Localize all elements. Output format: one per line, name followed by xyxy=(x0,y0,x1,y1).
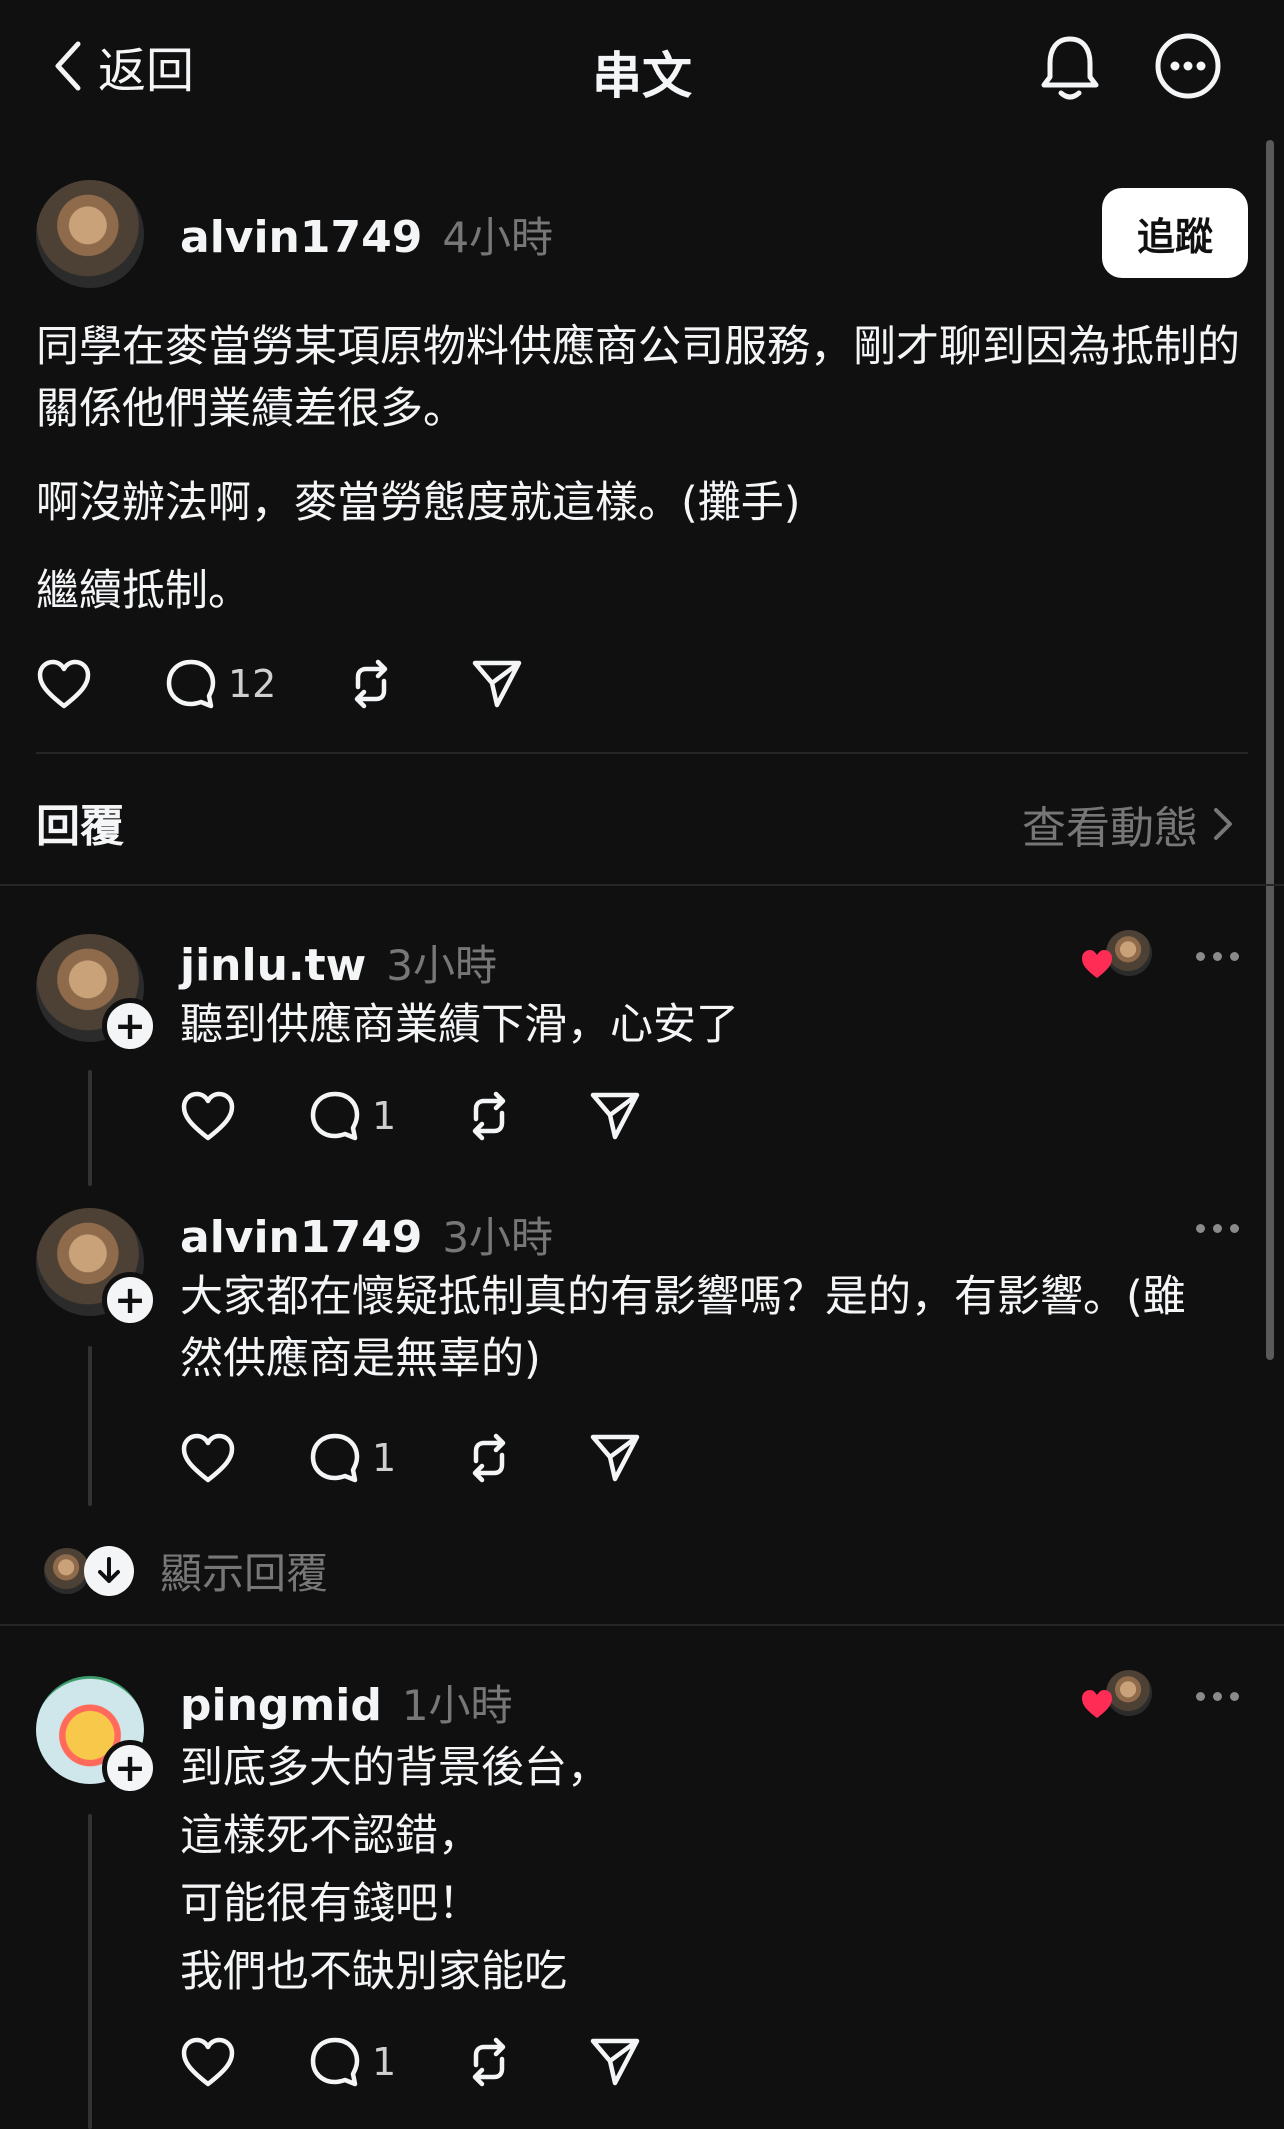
replies-title: 回覆 xyxy=(36,801,124,852)
more-options-icon[interactable] xyxy=(1196,1692,1239,1701)
thread-line xyxy=(88,1346,92,1506)
post-paragraph: 繼續抵制。 xyxy=(36,566,251,616)
more-options-icon[interactable] xyxy=(1196,1224,1239,1233)
heart-icon xyxy=(181,1433,235,1483)
avatar[interactable] xyxy=(36,180,144,288)
repost-button[interactable] xyxy=(462,2035,588,2089)
scrollbar[interactable] xyxy=(1266,140,1274,1360)
follow-plus-icon[interactable]: + xyxy=(102,998,158,1054)
liked-by-author-badge xyxy=(1080,930,1156,980)
repost-button[interactable] xyxy=(344,657,470,711)
share-button[interactable] xyxy=(470,657,524,711)
comment-button[interactable]: 1 xyxy=(308,2035,462,2089)
comment-icon xyxy=(310,2037,360,2087)
thread-line xyxy=(88,1814,92,2129)
username[interactable]: alvin1749 xyxy=(180,212,422,263)
divider xyxy=(36,752,1248,754)
show-replies-label: 顯示回覆 xyxy=(160,1549,329,1598)
share-button[interactable] xyxy=(588,2035,642,2089)
repost-button[interactable] xyxy=(462,1431,588,1485)
username[interactable]: pingmid xyxy=(180,1680,382,1731)
post-paragraph: 啊沒辦法啊，麥當勞態度就這樣。(攤手) xyxy=(36,478,801,528)
heart-icon xyxy=(181,2037,235,2087)
divider xyxy=(0,884,1284,886)
chevron-right-icon xyxy=(1214,808,1232,840)
comment-count: 1 xyxy=(372,1436,397,1480)
show-replies-button[interactable]: 顯示回覆 xyxy=(44,1540,328,1601)
divider xyxy=(0,1624,1284,1626)
reply-time: 3小時 xyxy=(386,941,498,990)
more-circle-icon[interactable] xyxy=(1152,30,1224,102)
comment-count: 1 xyxy=(372,2040,397,2084)
view-activity-link[interactable]: 查看動態 xyxy=(1022,792,1234,856)
repost-icon xyxy=(354,659,388,709)
reply-meta: jinlu.tw 3小時 xyxy=(180,932,497,993)
comment-icon xyxy=(166,659,216,709)
username[interactable]: jinlu.tw xyxy=(180,940,366,991)
comment-button[interactable]: 1 xyxy=(308,1089,462,1143)
heart-filled-icon xyxy=(1082,950,1112,978)
post-meta: alvin1749 4小時 xyxy=(180,204,553,265)
like-button[interactable] xyxy=(36,658,164,710)
heart-icon xyxy=(181,1091,235,1141)
heart-icon xyxy=(37,659,91,709)
reply-actions: 1 xyxy=(180,1428,642,1488)
post-time: 4小時 xyxy=(442,213,554,262)
follow-button[interactable]: 追蹤 xyxy=(1102,188,1248,278)
comment-icon xyxy=(310,1091,360,1141)
reply-text: 到底多大的背景後台， 這樣死不認錯， 可能很有錢吧！ 我們也不缺別家能吃 xyxy=(180,1743,610,1997)
like-button[interactable] xyxy=(180,2036,308,2088)
like-button[interactable] xyxy=(180,1432,308,1484)
bell-icon[interactable] xyxy=(1032,30,1108,106)
comment-count: 1 xyxy=(372,1094,397,1138)
follow-plus-icon[interactable]: + xyxy=(102,1740,158,1796)
reply-actions: 1 xyxy=(180,1086,642,1146)
repost-icon xyxy=(472,2037,506,2087)
repost-button[interactable] xyxy=(462,1089,588,1143)
arrow-down-icon xyxy=(84,1545,134,1596)
reply-actions: 1 xyxy=(180,2032,642,2092)
reply-time: 1小時 xyxy=(401,1681,513,1730)
more-options-icon[interactable] xyxy=(1196,952,1239,961)
heart-filled-icon xyxy=(1082,1690,1112,1718)
post-actions: 12 xyxy=(36,654,524,714)
comment-button[interactable]: 1 xyxy=(308,1431,462,1485)
comment-button[interactable]: 12 xyxy=(164,657,344,711)
reply-time: 3小時 xyxy=(442,1213,554,1262)
reply-text: 聽到供應商業績下滑，心安了 xyxy=(180,1000,739,1050)
liked-by-author-badge xyxy=(1080,1670,1156,1720)
repost-icon xyxy=(472,1433,506,1483)
follow-plus-icon[interactable]: + xyxy=(102,1272,158,1328)
reply-meta: alvin1749 3小時 xyxy=(180,1204,553,1265)
send-icon xyxy=(590,2038,640,2086)
like-button[interactable] xyxy=(180,1090,308,1142)
username[interactable]: alvin1749 xyxy=(180,1212,422,1263)
send-icon xyxy=(590,1092,640,1140)
post-paragraph: 同學在麥當勞某項原物料供應商公司服務，剛才聊到因為抵制的關係他們業績差很多。 xyxy=(36,322,1240,434)
comment-icon xyxy=(310,1433,360,1483)
send-icon xyxy=(472,660,522,708)
reply-text: 大家都在懷疑抵制真的有影響嗎？是的，有影響。(雖然供應商是無辜的) xyxy=(180,1272,1186,1384)
comment-count: 12 xyxy=(228,662,277,706)
share-button[interactable] xyxy=(588,1431,642,1485)
share-button[interactable] xyxy=(588,1089,642,1143)
reply-avatars xyxy=(44,1545,136,1596)
repost-icon xyxy=(472,1091,506,1141)
reply-meta: pingmid 1小時 xyxy=(180,1672,513,1733)
thread-line xyxy=(88,1070,92,1186)
send-icon xyxy=(590,1434,640,1482)
view-activity-label: 查看動態 xyxy=(1022,803,1198,854)
